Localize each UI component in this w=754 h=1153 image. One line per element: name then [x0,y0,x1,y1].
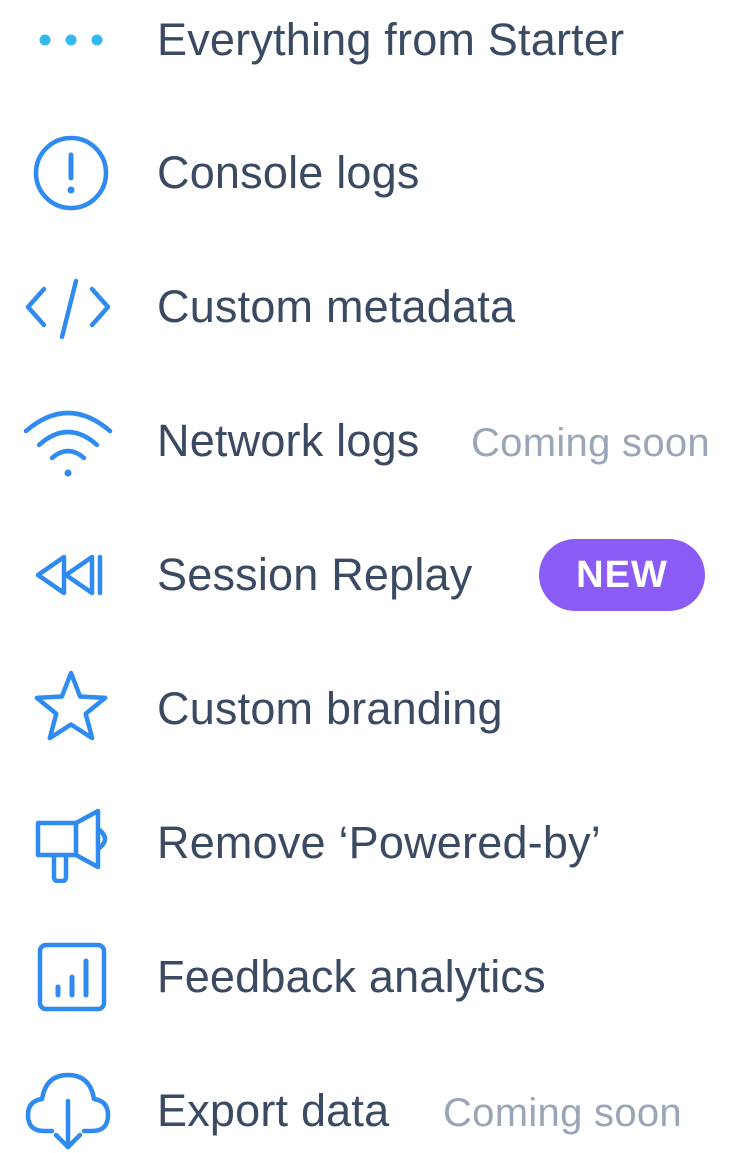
bar-chart-icon [22,937,114,1017]
cloud-download-icon [22,1071,114,1151]
feature-label: Remove ‘Powered-by’ [157,817,601,868]
feature-label: Feedback analytics [157,951,546,1002]
feature-item-export-data: Export data Coming soon [0,1071,754,1151]
feature-item-feedback-analytics: Feedback analytics [0,937,754,1017]
feature-label: Console logs [157,147,420,198]
feature-item-network-logs: Network logs Coming soon [0,401,754,481]
feature-list: Everything from Starter Console logs Cus… [0,0,754,1151]
feature-item-custom-branding: Custom branding [0,669,754,749]
feature-label: Export data [157,1085,390,1136]
code-icon [22,267,114,347]
exclamation-circle-icon [22,133,114,213]
feature-label: Custom metadata [157,281,516,332]
feature-item-session-replay: Session Replay NEW [0,535,754,615]
ellipsis-icon [22,0,114,80]
feature-item-everything-from-starter: Everything from Starter [0,0,754,80]
feature-item-console-logs: Console logs [0,133,754,213]
new-badge: NEW [539,539,705,611]
feature-item-remove-powered-by: Remove ‘Powered-by’ [0,803,754,883]
feature-item-custom-metadata: Custom metadata [0,267,754,347]
coming-soon-note: Coming soon [443,1091,682,1135]
megaphone-icon [22,803,114,883]
rewind-icon [22,535,114,615]
star-icon [22,669,114,749]
feature-label: Everything from Starter [157,14,625,65]
feature-label: Network logs [157,415,420,466]
feature-label: Session Replay [157,549,473,600]
wifi-icon [22,401,114,481]
feature-label: Custom branding [157,683,503,734]
coming-soon-note: Coming soon [471,421,710,465]
